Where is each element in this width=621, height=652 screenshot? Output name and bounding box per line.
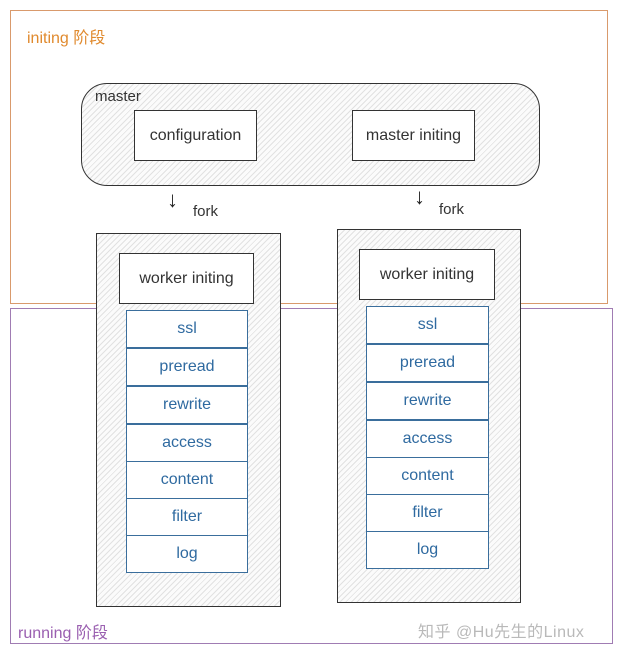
worker-initing-box: worker initing [359,249,495,300]
watermark: 知乎 @Hu先生的Linux [418,624,585,641]
phase-rewrite: rewrite [366,382,489,420]
master-label: master [95,88,141,105]
phase-ssl: ssl [126,310,248,348]
phase-log: log [126,535,248,573]
phase-rewrite: rewrite [126,386,248,424]
fork-label: fork [439,201,465,218]
phase-log: log [366,531,489,569]
phase-filter: filter [366,494,489,532]
phase-content: content [126,461,248,499]
fork-arrow-icon: ↓ [414,184,425,209]
initing-stage-label: initing 阶段 [27,30,106,47]
phase-access: access [366,420,489,458]
phase-content: content [366,457,489,495]
fork-label: fork [193,203,219,220]
worker-initing-box: worker initing [119,253,254,304]
phase-filter: filter [126,498,248,536]
phase-preread: preread [126,348,248,386]
phase-access: access [126,424,248,462]
fork-arrow-icon: ↓ [167,187,178,212]
phase-preread: preread [366,344,489,382]
configuration-box: configuration [134,110,257,161]
phase-ssl: ssl [366,306,489,344]
master-initing-box: master initing [352,110,475,161]
running-stage-label: running 阶段 [18,625,108,642]
